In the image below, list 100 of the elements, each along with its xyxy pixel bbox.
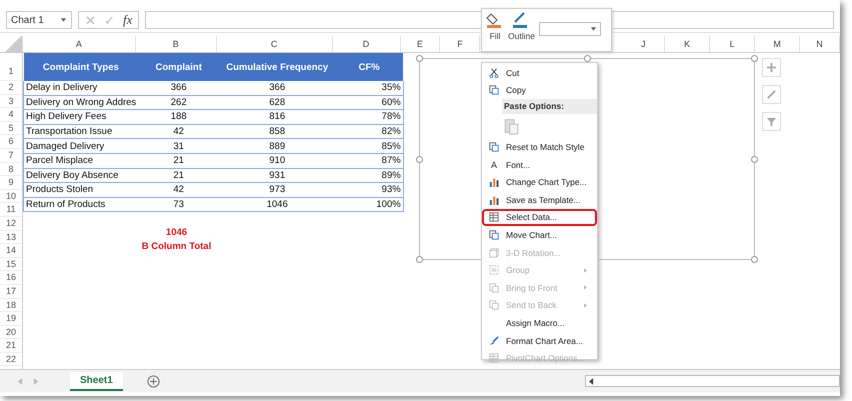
table-cell: 816 [219, 110, 336, 124]
row-header[interactable]: 14 [0, 244, 22, 258]
table-cell: 21 [138, 168, 220, 183]
menu-section-header: Paste Options: [502, 99, 597, 114]
row-header[interactable]: 10 [0, 190, 22, 204]
column-header[interactable]: M [755, 36, 800, 52]
table-cell: Parcel Misplace [24, 153, 138, 168]
previous-sheet-icon[interactable] [18, 378, 23, 384]
column-header[interactable]: F [440, 36, 480, 52]
menu-item[interactable]: Move Chart... [482, 226, 597, 244]
filter-icon[interactable] [762, 112, 781, 131]
row-header[interactable]: 9 [0, 176, 22, 190]
menu-item[interactable]: Copy [482, 82, 597, 100]
table-cell: 931 [219, 168, 336, 183]
cube-icon [489, 248, 499, 258]
table-cell: 82% [335, 124, 404, 139]
table-cell: 910 [219, 153, 336, 168]
caret-icon[interactable] [60, 18, 67, 22]
table-cell: Transportation Issue [24, 124, 138, 139]
menu-item[interactable]: Assign Macro... [482, 314, 597, 332]
row-header[interactable]: 1 [0, 53, 22, 81]
column-header[interactable]: J [622, 36, 666, 52]
menu-item[interactable]: A Font... [482, 156, 597, 174]
total-value: 1046 [164, 226, 188, 240]
row-header[interactable]: 7 [0, 148, 22, 163]
row-header[interactable]: 19 [0, 312, 22, 326]
add-sheet-icon[interactable] [146, 374, 160, 388]
clipboard-icon[interactable] [504, 117, 519, 136]
row-header[interactable]: 2 [0, 81, 22, 95]
table-cell: 100% [335, 197, 404, 212]
column-header[interactable]: K [665, 36, 710, 52]
document-icon [489, 85, 499, 96]
table-cell: Products Stolen [24, 182, 138, 198]
brush-icon[interactable] [762, 85, 781, 104]
table-cell: 60% [335, 95, 404, 110]
document-icon [489, 300, 499, 310]
row-header[interactable]: 22 [0, 352, 22, 366]
insert-function-button[interactable]: fx [123, 12, 132, 28]
table-cell: Delivery on Wrong Addres [24, 95, 138, 110]
table-cell: 889 [219, 138, 336, 154]
row-header[interactable]: 3 [0, 94, 22, 108]
bar-chart-icon [489, 194, 499, 205]
header-cell: Complaint [138, 53, 220, 81]
row-header[interactable]: 6 [0, 135, 22, 149]
caret-icon [590, 27, 597, 31]
row-header[interactable]: 17 [0, 284, 22, 298]
header-cell: CF% [335, 53, 404, 81]
scroll-left-icon[interactable] [589, 378, 594, 384]
table-cell: 85% [335, 138, 404, 154]
column-header[interactable]: D [332, 36, 401, 52]
row-header[interactable]: 8 [0, 162, 22, 176]
add-element-icon[interactable] [762, 58, 781, 77]
column-header[interactable]: L [710, 36, 756, 52]
table-icon [489, 353, 499, 364]
row-header[interactable]: 11 [0, 203, 22, 217]
header-cell: Cumulative Frequency [219, 53, 336, 81]
table-cell: 366 [138, 81, 220, 96]
table-cell: 628 [219, 95, 336, 110]
table-cell: 35% [335, 81, 404, 96]
column-header[interactable]: B [136, 36, 217, 52]
column-header[interactable]: A [22, 36, 136, 52]
table-cell: High Delivery Fees [24, 110, 138, 124]
style-dropdown[interactable] [538, 22, 601, 36]
table-cell: 93% [335, 182, 404, 198]
menu-item[interactable]: Select Data... [482, 208, 597, 226]
row-header[interactable]: 13 [0, 230, 22, 244]
submenu-arrow-icon [584, 268, 587, 273]
name-box[interactable]: Chart 1 [6, 11, 72, 29]
outline-button[interactable]: Outline [508, 12, 535, 41]
submenu-arrow-icon [584, 302, 587, 308]
table-cell: 973 [219, 182, 336, 198]
next-sheet-icon[interactable] [33, 378, 38, 384]
menu-item[interactable]: Format Chart Area... [482, 332, 597, 350]
row-header[interactable]: 15 [0, 258, 22, 272]
menu-item[interactable]: Cut [482, 64, 597, 82]
row-header[interactable]: 16 [0, 271, 22, 285]
row-header[interactable]: 20 [0, 326, 22, 340]
fill-button[interactable]: Fill [486, 12, 504, 41]
table-cell: 262 [138, 95, 220, 110]
menu-item[interactable]: Reset to Match Style [482, 138, 597, 156]
row-header[interactable]: 18 [0, 298, 22, 312]
table-cell: 188 [138, 110, 220, 124]
table-cell: Return of Products [24, 197, 138, 212]
column-header[interactable]: C [216, 36, 333, 52]
row-header[interactable]: 4 [0, 108, 22, 122]
sheet-tab[interactable]: Sheet1 [70, 372, 123, 390]
horizontal-scrollbar[interactable] [585, 375, 840, 387]
table-cell: 42 [138, 124, 220, 139]
header-cell: Complaint Types [24, 53, 138, 81]
column-header[interactable]: N [800, 36, 840, 52]
row-header[interactable]: 5 [0, 122, 22, 136]
row-header[interactable]: 21 [0, 339, 22, 353]
group-icon [489, 265, 499, 276]
menu-item[interactable]: Save as Template... [482, 190, 597, 209]
menu-item[interactable]: Change Chart Type... [482, 173, 597, 191]
row-header[interactable]: 12 [0, 216, 22, 231]
table-cell: 31 [138, 138, 220, 154]
table-cell: Damaged Delivery [24, 138, 138, 154]
column-header[interactable]: E [400, 36, 440, 52]
table-cell: Delay in Delivery [24, 81, 138, 96]
